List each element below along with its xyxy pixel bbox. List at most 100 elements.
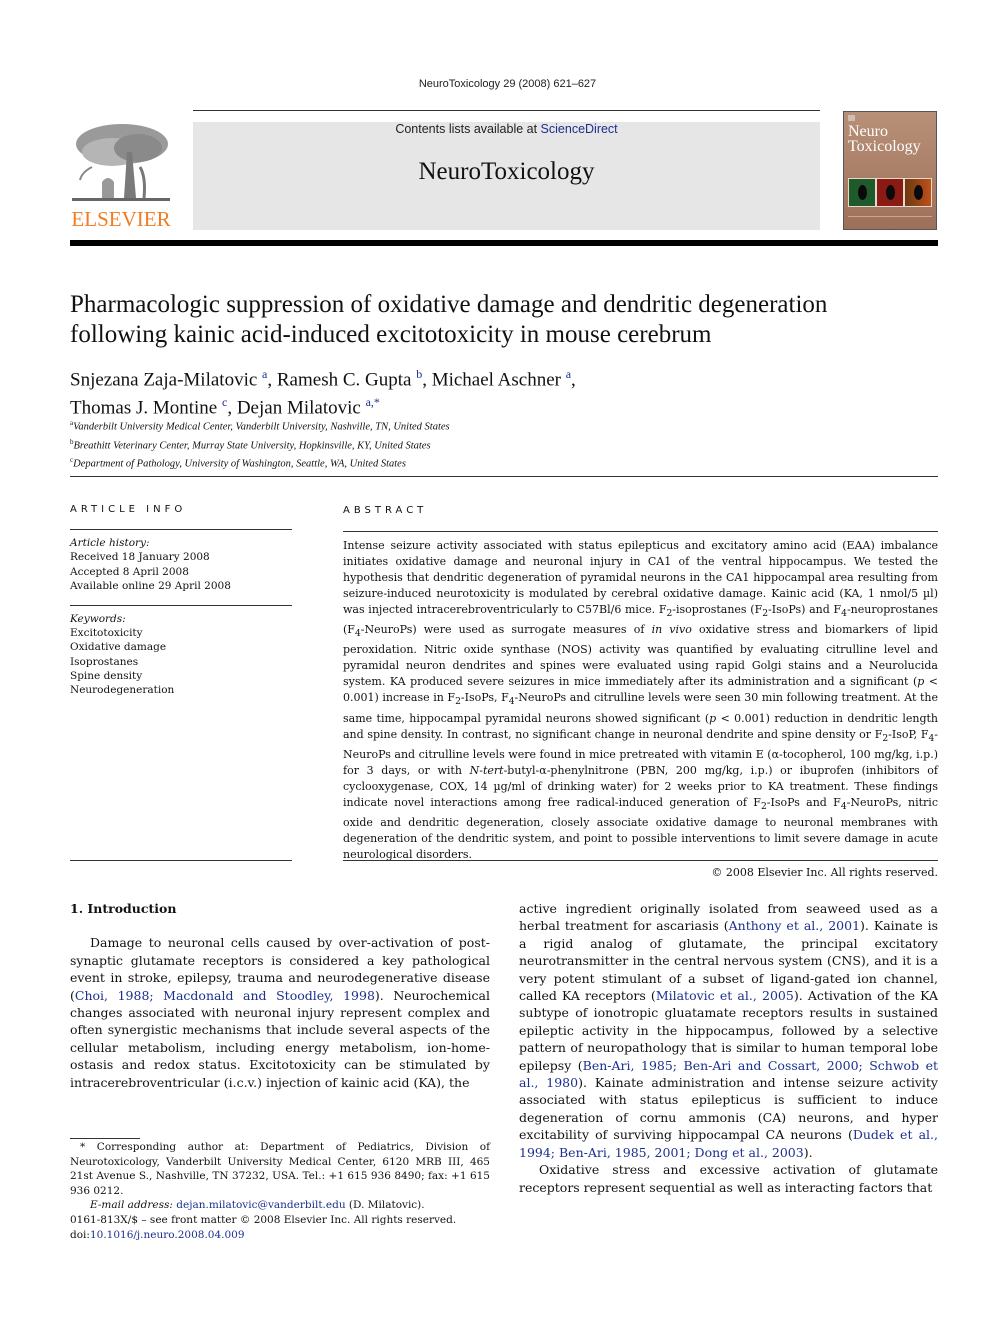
affiliation-text: Breathitt Veterinary Center, Murray Stat…: [73, 440, 431, 451]
history-item: Available online 29 April 2008: [70, 579, 231, 592]
author-sep: ,: [267, 369, 277, 391]
issn-block: 0161-813X/$ – see front matter © 2008 El…: [70, 1213, 490, 1242]
history-item: Accepted 8 April 2008: [70, 565, 189, 578]
email-suffix: (D. Milatovic).: [345, 1199, 425, 1211]
affiliation: cDepartment of Pathology, University of …: [70, 453, 670, 472]
abstract-seg: -NeuroPs) were used as surrogate measure…: [360, 623, 652, 637]
abstract-seg: F: [501, 691, 509, 705]
doi-link[interactable]: 10.1016/j.neuro.2008.04.009: [90, 1229, 245, 1241]
abstract-seg: N: [469, 763, 480, 777]
abstract-rule: [343, 531, 938, 532]
affiliation: bBreathitt Veterinary Center, Murray Sta…: [70, 435, 670, 454]
article-title-line2: following kainic acid-induced excitotoxi…: [70, 321, 712, 348]
author-name[interactable]: Michael Aschner: [432, 369, 561, 390]
cover-title-line1: Neuro: [848, 123, 888, 140]
cover-title-line2: Toxicology: [848, 138, 921, 155]
citation-link[interactable]: Anthony et al., 2001: [729, 918, 860, 933]
citation-link[interactable]: Milatovic et al., 2005: [656, 988, 794, 1003]
elsevier-logo[interactable]: ELSEVIER: [70, 120, 172, 232]
article-info-rule: [70, 529, 292, 531]
contents-prefix: Contents lists available at: [395, 122, 541, 136]
doi-prefix: doi:: [70, 1228, 90, 1241]
abstract-seg: -IsoP,: [888, 727, 921, 741]
body-paragraph: Damage to neuronal cells caused by over-…: [70, 934, 490, 1091]
elsevier-wordmark: ELSEVIER: [71, 207, 171, 231]
cover-image-hole: [886, 185, 895, 200]
article-info: ARTICLE INFO Article history: Received 1…: [70, 503, 292, 697]
abstract-seg: -IsoPs) and: [768, 603, 834, 616]
doi-line: doi:10.1016/j.neuro.2008.04.009: [70, 1228, 490, 1243]
abstract-seg: F: [833, 795, 841, 809]
body-column-left: 1. Introduction Damage to neuronal cells…: [70, 900, 490, 1091]
email-line: E-mail address: dejan.milatovic@vanderbi…: [70, 1198, 490, 1213]
keyword: Neurodegeneration: [70, 684, 175, 697]
article-title: Pharmacologic suppression of oxidative d…: [70, 290, 940, 350]
corresponding-author-text: * Corresponding author at: Department of…: [70, 1141, 490, 1197]
email-label: E-mail address:: [90, 1199, 173, 1211]
elsevier-tree-icon: [72, 124, 170, 201]
abstract-seg: F: [753, 795, 761, 809]
cover-image-green: [848, 178, 876, 207]
abstract-seg: F: [833, 603, 842, 616]
body-column-right: active ingredient originally isolated fr…: [519, 900, 938, 1196]
keywords-rule: [70, 605, 292, 607]
corresponding-author-footnote: * Corresponding author at: Department of…: [70, 1140, 490, 1213]
abstract-seg: in vivo: [651, 623, 692, 637]
cover-badge-icon: [848, 115, 855, 121]
abstract-seg: tert: [482, 763, 504, 777]
cover-title: Neuro Toxicology: [848, 123, 921, 155]
contents-line: Contents lists available at ScienceDirec…: [193, 122, 820, 136]
keyword: Isoprostanes: [70, 655, 139, 668]
affiliation-text: Vanderbilt University Medical Center, Va…: [73, 421, 450, 433]
author-sep: ,: [422, 369, 432, 391]
article-info-bottom-rule: [70, 860, 292, 861]
abstract-seg: F: [447, 691, 456, 705]
affiliation-text: Department of Pathology, University of W…: [73, 458, 406, 470]
cover-footer-line: [848, 216, 932, 217]
body-paragraph: active ingredient originally isolated fr…: [519, 900, 938, 1161]
body-text: ).: [803, 1144, 813, 1160]
article-info-label: ARTICLE INFO: [70, 504, 187, 515]
abstract-copyright: © 2008 Elsevier Inc. All rights reserved…: [711, 865, 938, 879]
citation-link[interactable]: Choi, 1988; Macdonald and Stoodley, 1998: [75, 988, 375, 1003]
author-line1: Snjezana Zaja-Milatovic a, Ramesh C. Gup…: [70, 363, 940, 391]
cover-image-red: [876, 178, 904, 207]
journal-title[interactable]: NeuroToxicology: [193, 158, 820, 186]
journal-cover-thumbnail[interactable]: Neuro Toxicology: [843, 111, 937, 230]
keyword: Oxidative damage: [70, 641, 167, 654]
section-rule: [70, 476, 938, 477]
affiliations: aVanderbilt University Medical Center, V…: [70, 416, 670, 472]
cover-image-hole: [858, 185, 867, 200]
abstract: ABSTRACT Intense seizure activity associ…: [343, 503, 938, 881]
keyword: Spine density: [70, 669, 143, 682]
abstract-text: Intense seizure activity associated with…: [343, 538, 938, 863]
sciencedirect-link[interactable]: ScienceDirect: [541, 122, 618, 136]
header-thick-rule: [70, 240, 938, 246]
abstract-seg: -IsoPs and: [766, 795, 834, 809]
keywords-label: Keywords:: [70, 613, 126, 626]
email-link[interactable]: dejan.milatovic@vanderbilt.edu: [176, 1199, 345, 1211]
author-affil-mark[interactable]: a,*: [366, 395, 380, 409]
footnote-rule: [70, 1138, 140, 1139]
author-sep: ,: [571, 369, 576, 391]
journal-reference: NeuroToxicology 29 (2008) 621–627: [418, 78, 597, 90]
journal-banner: Contents lists available at ScienceDirec…: [193, 122, 820, 230]
article-title-line1: Pharmacologic suppression of oxidative d…: [70, 291, 828, 318]
author-name[interactable]: Ramesh C. Gupta: [277, 369, 412, 390]
cover-image-orange: [904, 178, 932, 207]
author-list: Snjezana Zaja-Milatovic a, Ramesh C. Gup…: [70, 363, 940, 420]
abstract-seg: -IsoPs,: [460, 691, 502, 705]
cover-image-hole: [914, 185, 923, 200]
section-heading-introduction: 1. Introduction: [70, 901, 177, 916]
abstract-bottom-rule: [343, 860, 938, 861]
body-paragraph: Oxidative stress and excessive activatio…: [519, 1162, 938, 1195]
history-label: Article history:: [70, 537, 150, 550]
author-name[interactable]: Snjezana Zaja-Milatovic: [70, 369, 257, 390]
issn-text: 0161-813X/$ – see front matter © 2008 El…: [70, 1214, 457, 1226]
keyword: Excitotoxicity: [70, 627, 143, 640]
abstract-seg: -isoprostanes (: [672, 603, 755, 616]
abstract-seg: F: [347, 623, 355, 637]
header-rule: [193, 110, 820, 111]
abstract-label: ABSTRACT: [343, 505, 428, 516]
affiliation: aVanderbilt University Medical Center, V…: [70, 416, 670, 435]
